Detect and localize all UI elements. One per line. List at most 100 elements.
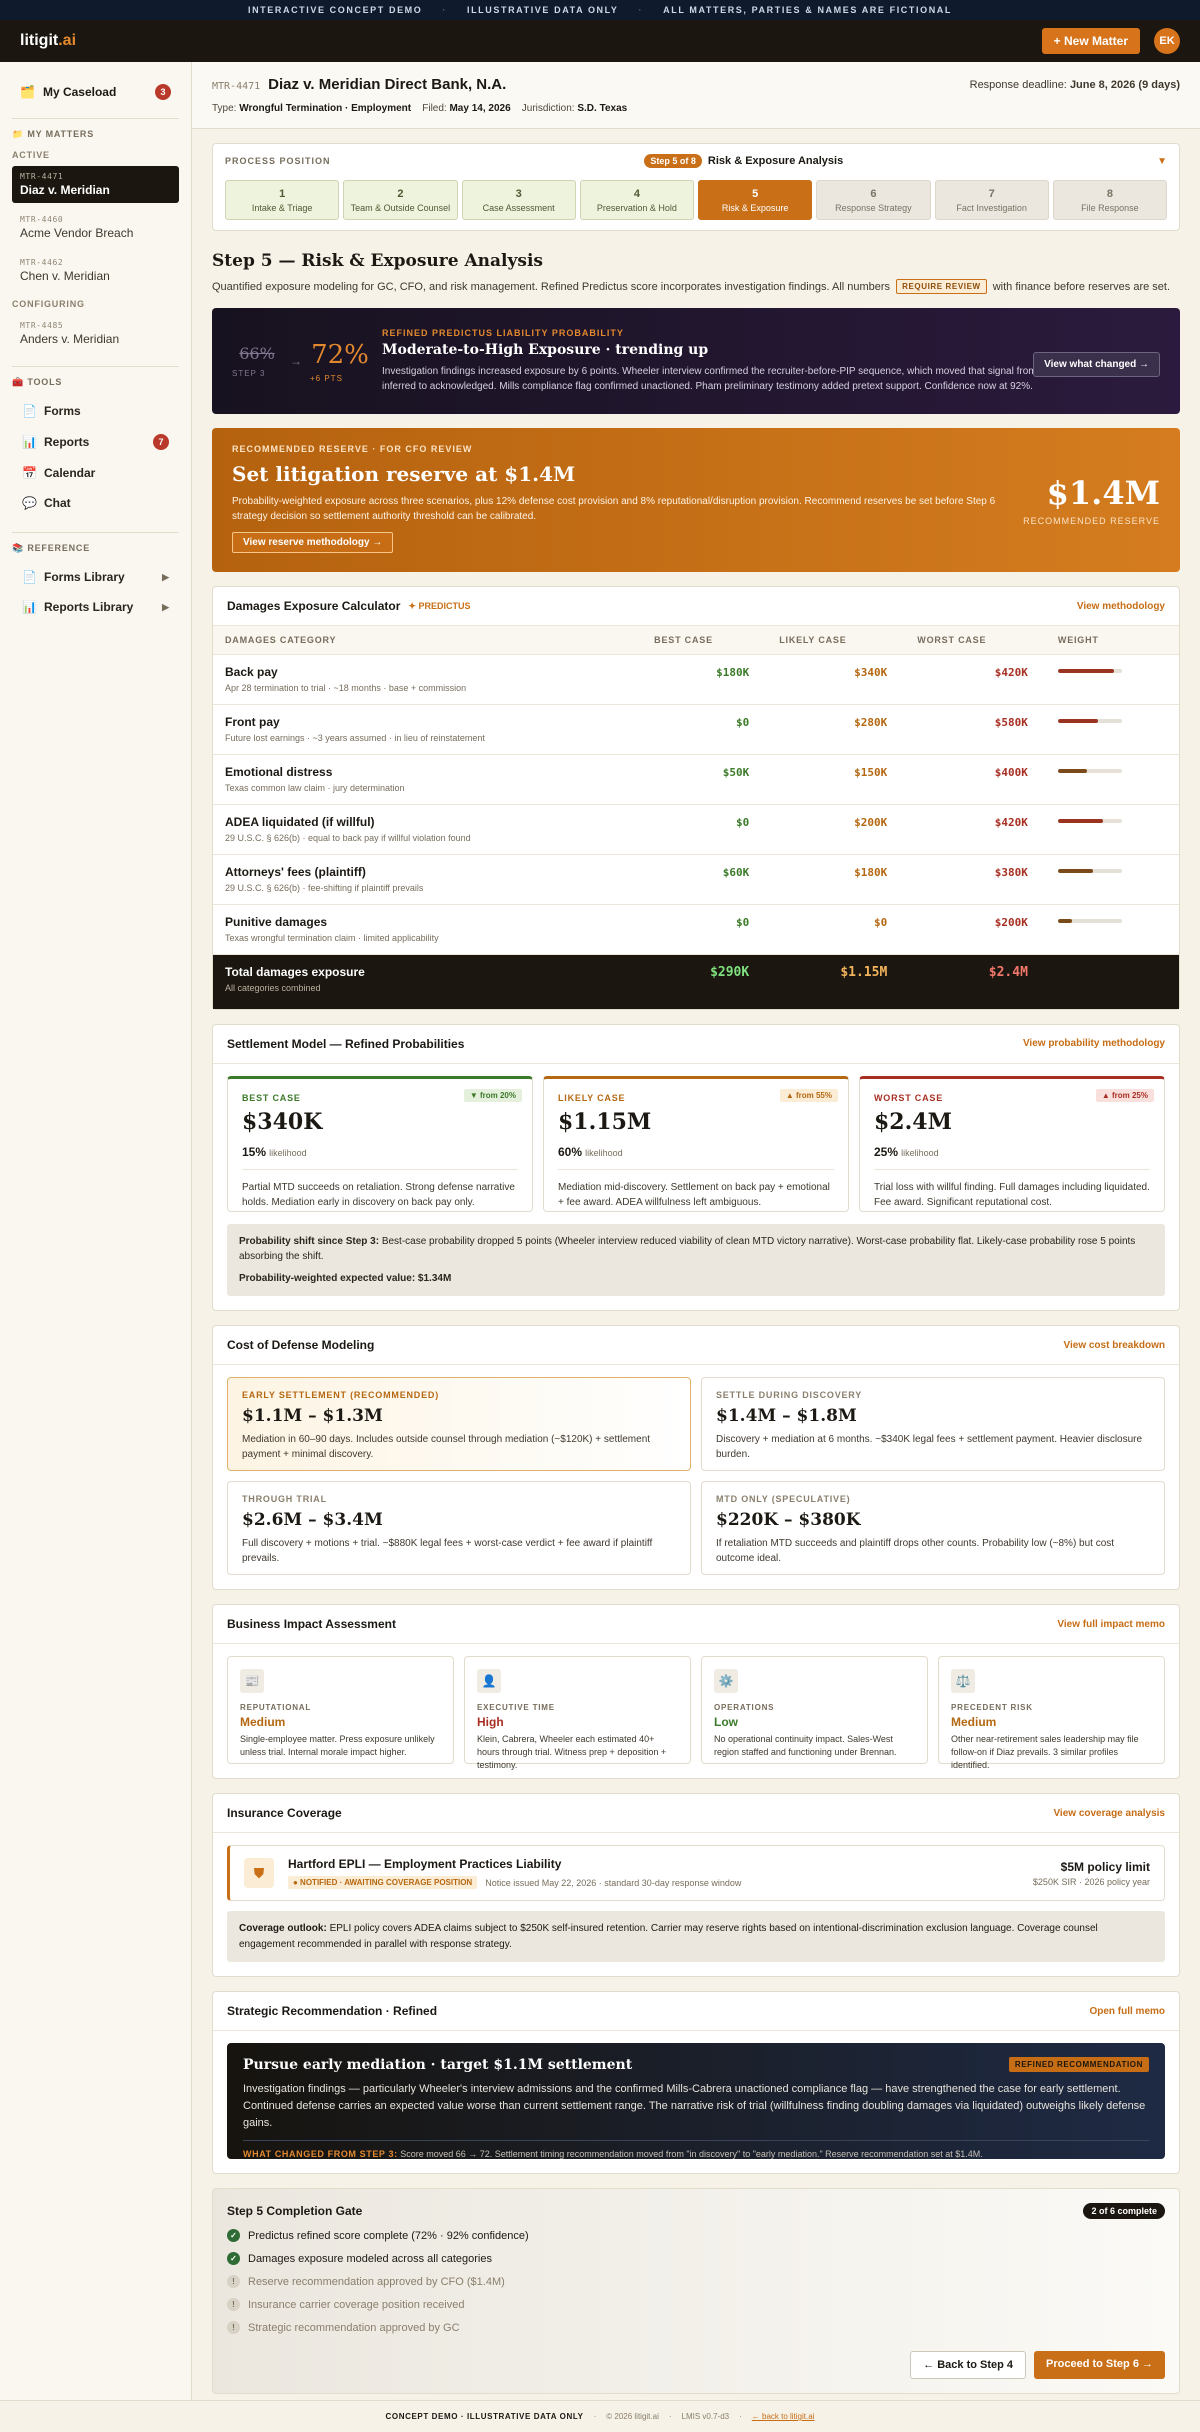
gate-item: ✓ Damages exposure modeled across all cat…	[227, 2252, 1165, 2265]
demo-banner: INTERACTIVE CONCEPT DEMO · ILLUSTRATIVE D…	[0, 0, 1200, 20]
damages-value: $0	[735, 816, 750, 829]
defense-option[interactable]: SETTLE DURING DISCOVERY $1.4M – $1.8M Disc…	[701, 1377, 1165, 1471]
coverage-analysis-link[interactable]: View coverage analysis	[1053, 1808, 1165, 1819]
damages-value: $400K	[994, 766, 1028, 779]
sidebar-item-caseload[interactable]: 🗂️ My Caseload 3	[12, 80, 179, 104]
process-step[interactable]: 6 Response Strategy	[816, 180, 931, 220]
refined-tag: REFINED RECOMMENDATION	[1008, 2057, 1149, 2072]
impact-item: ⚙️ OPERATIONS Low No operational continuity…	[701, 1656, 928, 1764]
response-deadline: Response deadline: June 8, 2026 (9 days)	[969, 78, 1180, 91]
cost-of-defense: Cost of Defense Modeling View cost breakd…	[212, 1325, 1180, 1590]
table-row: Front pay Future lost earnings · ~3 years…	[213, 704, 1179, 755]
settlement-scenario[interactable]: BEST CASE ▼ from 20% $340K 15% likelihood Pa…	[227, 1075, 533, 1212]
sidebar-matter-acme[interactable]: MTR-4460 Acme Vendor Breach	[12, 209, 179, 246]
completion-gate: Step 5 Completion Gate 2 of 6 complete ✓ P…	[212, 2188, 1180, 2394]
total-value: $1.15M	[840, 965, 888, 980]
sidebar-matter-chen[interactable]: MTR-4462 Chen v. Meridian	[12, 252, 179, 289]
banner-text: ALL MATTERS, PARTIES & NAMES ARE FICTION…	[663, 5, 953, 15]
view-changes-button[interactable]: View what changed →	[1033, 352, 1160, 377]
scales-icon: ⚖️	[951, 1669, 975, 1693]
settlement-scenario[interactable]: WORST CASE ▲ from 25% $2.4M 25% likelihood T…	[859, 1075, 1165, 1212]
cost-breakdown-link[interactable]: View cost breakdown	[1063, 1340, 1165, 1351]
folder-icon: 📁	[12, 129, 25, 139]
logo[interactable]: litigit.ai	[20, 32, 76, 50]
damages-value: $50K	[722, 766, 750, 779]
scenario-amount: $1.15M	[558, 1108, 652, 1135]
defense-option[interactable]: THROUGH TRIAL $2.6M – $3.4M Full discovery…	[227, 1481, 691, 1575]
sidebar-matter-anders[interactable]: MTR-4485 Anders v. Meridian	[12, 315, 179, 352]
back-to-site-link[interactable]: ← back to litigit.ai	[752, 2412, 815, 2421]
sidebar-item-calendar[interactable]: 📅 Calendar	[12, 458, 179, 488]
banner-text: ILLUSTRATIVE DATA ONLY	[466, 5, 619, 15]
predictus-score-card: 66% STEP 3 → 72% +6 PTS REFINED PREDICTUS …	[212, 308, 1180, 414]
process-step[interactable]: 1 Intake & Triage	[225, 180, 340, 220]
process-step[interactable]: 7 Fact Investigation	[934, 180, 1049, 220]
view-methodology-link[interactable]: View methodology	[1077, 601, 1165, 612]
weight-fill	[1057, 769, 1087, 773]
weight-fill	[1057, 869, 1094, 873]
chart-icon: 📊	[22, 435, 37, 449]
back-button[interactable]: ← Back to Step 4	[910, 2351, 1027, 2379]
chart-icon: 📊	[22, 600, 37, 614]
settlement-model: Settlement Model — Refined Probabilities…	[212, 1023, 1180, 1311]
probability-methodology-link[interactable]: View probability methodology	[1023, 1038, 1165, 1049]
table-header: BEST CASE	[642, 626, 768, 655]
weight-fill	[1057, 819, 1103, 823]
defense-amount: $1.4M – $1.8M	[716, 1406, 857, 1426]
damages-value: $0	[735, 716, 750, 729]
proceed-button[interactable]: Proceed to Step 6 →	[1034, 2351, 1165, 2379]
total-row: Total damages exposure All categories com…	[213, 954, 1179, 1009]
avatar[interactable]: EK	[1154, 28, 1180, 54]
matter-header: MTR-4471 Diaz v. Meridian Direct Bank, N.…	[192, 62, 1200, 129]
chevron-right-icon: ▶	[162, 601, 169, 612]
table-header: WORST CASE	[905, 626, 1046, 655]
document-icon: 📄	[22, 570, 37, 584]
sidebar-matter-diaz[interactable]: MTR-4471 Diaz v. Meridian	[12, 166, 179, 203]
table-header: WEIGHT	[1045, 626, 1179, 655]
reserve-card: RECOMMENDED RESERVE · FOR CFO REVIEW Set…	[212, 428, 1180, 572]
impact-item: 📰 REPUTATIONAL Medium Single-employee matte…	[227, 1656, 454, 1764]
impact-level: Medium	[951, 1715, 997, 1729]
impact-memo-link[interactable]: View full impact memo	[1057, 1619, 1165, 1630]
table-row: Emotional distress Texas common law claim…	[213, 754, 1179, 805]
damages-value: $200K	[854, 816, 888, 829]
change-badge: ▼ from 20%	[463, 1088, 522, 1102]
sidebar-item-reports-library[interactable]: 📊 Reports Library ▶	[12, 592, 179, 622]
chat-icon: 💬	[22, 496, 37, 510]
weight-fill	[1057, 669, 1115, 673]
defense-option[interactable]: MTD ONLY (SPECULATIVE) $220K – $380K If re…	[701, 1481, 1165, 1575]
new-score: 72%	[311, 339, 369, 370]
sidebar-item-reports[interactable]: 📊 Reports 7	[12, 426, 179, 458]
calendar-icon: 📅	[22, 466, 37, 480]
open-memo-link[interactable]: Open full memo	[1089, 2006, 1165, 2017]
process-step[interactable]: 8 File Response	[1052, 180, 1167, 220]
caseload-count-badge: 3	[155, 84, 171, 100]
reference-heading: 📚 REFERENCE	[12, 543, 91, 553]
process-step[interactable]: 5 Risk & Exposure	[698, 180, 813, 220]
process-step[interactable]: 4 Preservation & Hold	[579, 180, 694, 220]
pending-icon: !	[227, 2298, 240, 2311]
insurance-policy[interactable]: ⛊ Hartford EPLI — Employment Practices L…	[227, 1845, 1165, 1901]
newspaper-icon: 📰	[240, 1669, 264, 1693]
sidebar-item-forms-library[interactable]: 📄 Forms Library ▶	[12, 562, 179, 592]
process-step[interactable]: 3 Case Assessment	[461, 180, 576, 220]
weight-bar	[1057, 819, 1122, 823]
damages-value: $340K	[854, 666, 888, 679]
main-content: MTR-4471 Diaz v. Meridian Direct Bank, N.…	[192, 62, 1200, 2401]
old-score: 66%	[239, 344, 275, 363]
matter-title: Diaz v. Meridian Direct Bank, N.A.	[268, 76, 507, 93]
document-icon: 📄	[22, 404, 37, 418]
gate-item: ✓ Predictus refined score complete (72% ·…	[227, 2229, 1165, 2242]
new-matter-button[interactable]: + New Matter	[1041, 28, 1140, 54]
sidebar-item-forms[interactable]: 📄 Forms	[12, 396, 179, 426]
chevron-down-icon[interactable]: ▼	[1157, 156, 1167, 167]
footer: CONCEPT DEMO · ILLUSTRATIVE DATA ONLY · © …	[0, 2400, 1200, 2432]
defense-option[interactable]: EARLY SETTLEMENT (RECOMMENDED) $1.1M – $1…	[227, 1377, 691, 1471]
reserve-methodology-button[interactable]: View reserve methodology →	[232, 532, 394, 553]
settlement-scenario[interactable]: LIKELY CASE ▲ from 55% $1.15M 60% likelihoo…	[543, 1075, 849, 1212]
page-description: Quantified exposure modeling for GC, CFO…	[212, 279, 1171, 294]
sidebar-item-chat[interactable]: 💬 Chat	[12, 488, 179, 518]
process-step[interactable]: 2 Team & Outside Counsel	[343, 180, 458, 220]
active-heading: ACTIVE	[12, 150, 50, 160]
damages-value: $280K	[854, 716, 888, 729]
